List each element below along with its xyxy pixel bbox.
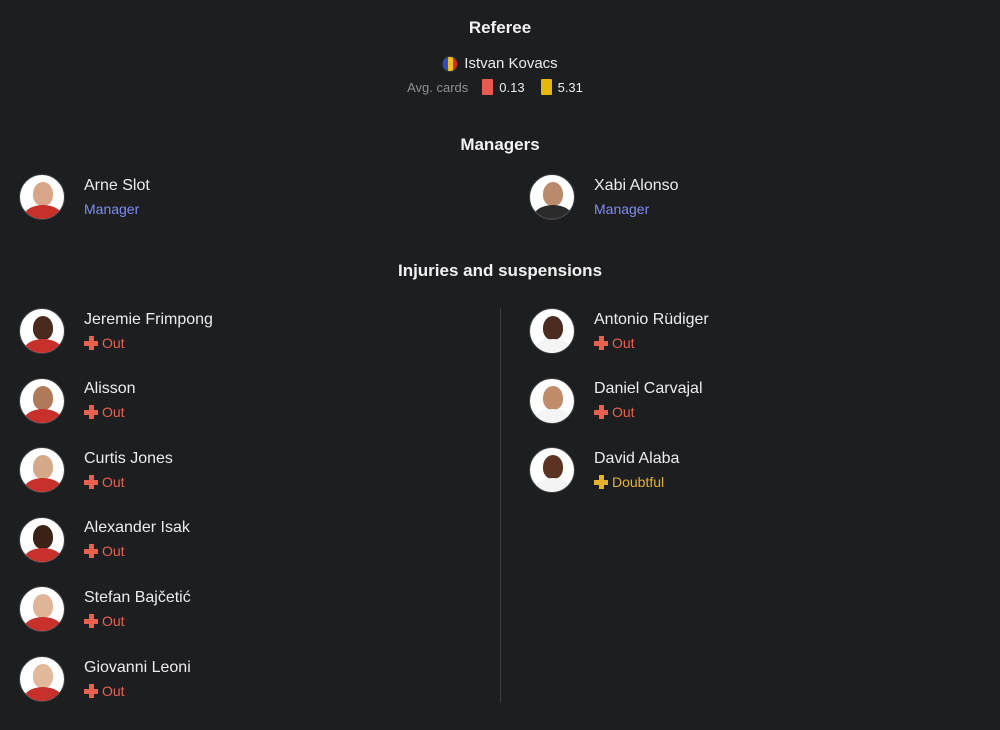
avatar <box>19 586 65 633</box>
injury-status: Doubtful <box>594 472 679 492</box>
injury-status: Out <box>594 333 709 353</box>
avatar <box>19 447 65 494</box>
avatar <box>529 377 575 424</box>
player-name: Curtis Jones <box>84 449 173 467</box>
injured-player-row[interactable]: David Alaba Doubtful <box>529 447 680 494</box>
manager-role: Manager <box>594 200 650 217</box>
injury-status: Out <box>84 611 191 631</box>
red-card-average: 0.13 <box>499 79 525 95</box>
player-name: Jeremie Frimpong <box>84 310 213 328</box>
referee-row: Istvan Kovacs <box>0 55 1000 72</box>
manager-away[interactable]: Xabi Alonso Manager <box>529 174 679 220</box>
injuries-title: Injuries and suspensions <box>397 261 603 280</box>
player-name: Stefan Bajčetić <box>84 588 191 606</box>
injury-status-label: Out <box>102 682 125 699</box>
injury-status-label: Out <box>612 334 635 351</box>
injury-status-label: Doubtful <box>612 473 665 490</box>
injury-cross-icon <box>84 405 98 420</box>
injury-cross-icon <box>84 544 98 559</box>
romania-flag-icon <box>442 55 459 72</box>
injured-player-row[interactable]: Alexander Isak Out <box>19 516 190 563</box>
injury-status-label: Out <box>102 404 125 421</box>
column-divider <box>500 308 501 702</box>
injured-player-row[interactable]: Stefan Bajčetić Out <box>19 586 191 633</box>
avatar <box>19 308 65 354</box>
player-name: Giovanni Leoni <box>84 658 191 676</box>
injured-player-row[interactable]: Antonio Rüdiger Out <box>529 308 709 354</box>
injury-status: Out <box>84 472 173 492</box>
manager-name: Xabi Alonso <box>594 176 679 194</box>
injury-status-label: Out <box>102 543 125 560</box>
injury-cross-icon <box>84 613 98 628</box>
yellow-card-average: 5.31 <box>557 79 583 95</box>
injury-cross-icon <box>594 474 608 489</box>
manager-role: Manager <box>84 200 140 217</box>
injury-status-label: Out <box>102 473 125 490</box>
player-name: David Alaba <box>594 449 680 467</box>
injury-status: Out <box>84 541 190 561</box>
avatar <box>19 656 65 702</box>
avatar <box>19 174 65 220</box>
injury-status: Out <box>84 333 213 353</box>
injury-status: Out <box>84 402 136 422</box>
avatar <box>19 516 65 563</box>
injured-player-row[interactable]: Alisson Out <box>19 377 136 424</box>
avatar <box>19 377 65 424</box>
yellow-card-icon <box>540 79 552 95</box>
managers-title: Managers <box>460 135 540 154</box>
player-name: Daniel Carvajal <box>594 380 703 398</box>
injury-cross-icon <box>84 474 98 489</box>
avatar <box>529 308 575 354</box>
injury-cross-icon <box>594 405 608 420</box>
manager-home[interactable]: Arne Slot Manager <box>19 174 150 220</box>
injured-player-row[interactable]: Giovanni Leoni Out <box>19 656 191 702</box>
injury-status: Out <box>84 681 191 701</box>
avatar <box>529 174 575 220</box>
injury-status-label: Out <box>612 404 635 421</box>
avg-cards-row: Avg. cards 0.13 5.31 <box>0 79 1000 95</box>
injury-cross-icon <box>84 335 98 350</box>
player-name: Alexander Isak <box>84 519 190 537</box>
player-name: Alisson <box>84 380 136 398</box>
injury-cross-icon <box>84 683 98 698</box>
avatar <box>529 447 575 494</box>
injury-status: Out <box>594 402 703 422</box>
injury-status-label: Out <box>102 612 125 629</box>
injured-player-row[interactable]: Curtis Jones Out <box>19 447 173 494</box>
injured-player-row[interactable]: Jeremie Frimpong Out <box>19 308 213 354</box>
injury-cross-icon <box>594 335 608 350</box>
red-card-icon <box>482 79 494 95</box>
manager-name: Arne Slot <box>84 176 150 194</box>
injury-status-label: Out <box>102 334 125 351</box>
referee-name[interactable]: Istvan Kovacs <box>464 55 557 72</box>
injured-player-row[interactable]: Daniel Carvajal Out <box>529 377 703 424</box>
player-name: Antonio Rüdiger <box>594 310 709 328</box>
referee-title: Referee <box>468 18 532 37</box>
avg-cards-label: Avg. cards <box>407 79 469 95</box>
